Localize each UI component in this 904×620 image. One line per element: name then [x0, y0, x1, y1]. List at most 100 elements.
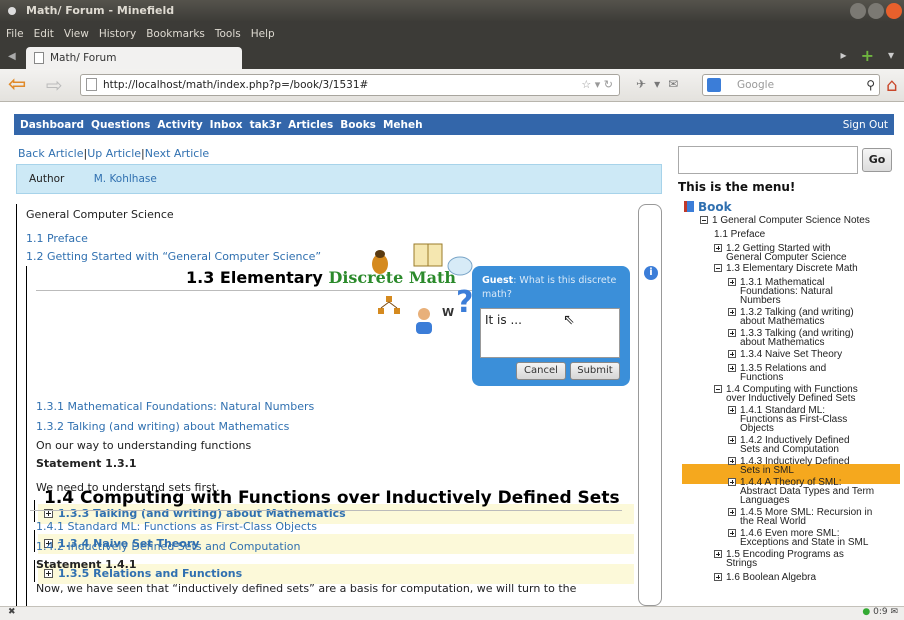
expand-plus-icon[interactable]: [728, 350, 736, 358]
expand-plus-icon[interactable]: [728, 308, 736, 316]
tab-list-chevron-down-icon[interactable]: ▾: [888, 48, 894, 64]
tab-math-forum[interactable]: Math/ Forum: [26, 47, 242, 69]
tree-label: 1 General Computer Science Notes: [712, 215, 870, 226]
tree-item-1-4-6-cont[interactable]: Exceptions and State in SML: [740, 538, 868, 548]
subsection-1-4-1-link[interactable]: 1.4.1 Standard ML: Functions as First-Cl…: [36, 520, 317, 533]
tree-item-1-1[interactable]: 1.1 Preface: [714, 230, 765, 240]
tree-item-1-4-2-cont[interactable]: Sets and Computation: [740, 445, 839, 455]
menu-edit[interactable]: Edit: [34, 28, 54, 40]
menu-file[interactable]: File: [6, 28, 24, 40]
expand-plus-icon[interactable]: [728, 406, 736, 414]
new-tab-plus-icon[interactable]: +: [861, 48, 874, 64]
addon-icon[interactable]: ✈: [636, 77, 646, 91]
search-box[interactable]: Google ⚲: [702, 74, 880, 96]
on-our-way-text: On our way to understanding functions: [36, 439, 252, 452]
nav-dashboard[interactable]: Dashboard: [20, 119, 84, 131]
info-icon[interactable]: i: [644, 266, 658, 280]
getting-started-link[interactable]: 1.2 Getting Started with “General Comput…: [26, 250, 321, 263]
bookmark-star-icon[interactable]: ☆ ▾ ↻: [581, 75, 613, 95]
home-icon[interactable]: ⌂: [886, 75, 897, 96]
subsection-1-3-2-link[interactable]: 1.3.2 Talking (and writing) about Mathem…: [36, 420, 289, 433]
sign-out-link[interactable]: Sign Out: [843, 119, 888, 131]
tree-item-1-2-cont[interactable]: General Computer Science: [726, 253, 847, 263]
page-icon: [34, 52, 44, 64]
tree-item-1-5-cont[interactable]: Strings: [726, 559, 757, 569]
tree-item-1-3-3-cont[interactable]: about Mathematics: [740, 338, 825, 348]
nav-activity[interactable]: Activity: [157, 119, 202, 131]
mail-envelope-icon[interactable]: ✉: [668, 77, 678, 91]
search-icon[interactable]: ⚲: [866, 75, 875, 95]
tree-item-1-3[interactable]: 1.3 Elementary Discrete Math: [714, 264, 858, 274]
site-identity-icon[interactable]: [86, 78, 97, 91]
close-addon-bar-icon[interactable]: ✖: [8, 607, 16, 617]
tree-item-1-4-5-cont[interactable]: the Real World: [740, 517, 806, 527]
maximize-button[interactable]: [868, 3, 884, 19]
close-window-button[interactable]: [886, 3, 902, 19]
expand-plus-icon[interactable]: [714, 550, 722, 558]
nav-inbox[interactable]: Inbox: [210, 119, 243, 131]
tab-scroll-left-icon[interactable]: ◀: [8, 51, 16, 62]
subsection-1-4-2-link[interactable]: 1.4.2 Inductively Defined Sets and Compu…: [36, 540, 300, 553]
menu-help[interactable]: Help: [251, 28, 275, 40]
tree-item-1-3-1-cont2[interactable]: Numbers: [740, 296, 781, 306]
minimize-button[interactable]: [850, 3, 866, 19]
up-article-link[interactable]: Up Article: [87, 147, 141, 160]
expand-plus-icon[interactable]: [728, 436, 736, 444]
tree-item-1-4-cont[interactable]: over Inductively Defined Sets: [726, 394, 856, 404]
menu-history[interactable]: History: [99, 28, 136, 40]
bracket: [34, 500, 35, 522]
expand-plus-icon[interactable]: [728, 529, 736, 537]
collapse-minus-icon[interactable]: [714, 264, 722, 272]
nav-questions[interactable]: Questions: [91, 119, 150, 131]
menu-view[interactable]: View: [64, 28, 89, 40]
author-name-link[interactable]: M. Kohlhase: [94, 173, 157, 185]
nav-meheh[interactable]: Meheh: [383, 119, 423, 131]
expand-plus-icon[interactable]: [728, 329, 736, 337]
url-bar[interactable]: http://localhost/math/index.php?p=/book/…: [80, 74, 620, 96]
go-button[interactable]: Go: [862, 148, 892, 172]
tree-item-1-3-5-cont[interactable]: Functions: [740, 373, 783, 383]
collapse-minus-icon[interactable]: [700, 216, 708, 224]
collapse-minus-icon[interactable]: [714, 385, 722, 393]
google-search-engine-icon[interactable]: [707, 78, 721, 92]
tree-item-1-4-3-cont[interactable]: Sets in SML: [740, 466, 794, 476]
tree-item-1-6[interactable]: 1.6 Boolean Algebra: [714, 573, 816, 583]
tree-item-1-4-1-cont2[interactable]: Objects: [740, 424, 774, 434]
tree-label: 1.6 Boolean Algebra: [726, 572, 817, 583]
tab-scroll-right-icon[interactable]: ▸: [841, 48, 847, 64]
submit-button[interactable]: Submit: [570, 362, 620, 380]
popup-title: Guest: What is this discrete math?: [482, 274, 624, 302]
answer-textarea[interactable]: It is ...: [480, 308, 620, 358]
back-arrow-icon[interactable]: ⇦: [8, 74, 38, 96]
expand-plus-icon[interactable]: [714, 244, 722, 252]
tree-item-1-3-4[interactable]: 1.3.4 Naive Set Theory: [728, 350, 842, 360]
svg-text:W: W: [442, 306, 454, 319]
nav-articles[interactable]: Articles: [288, 119, 333, 131]
forward-arrow-icon[interactable]: ⇨: [46, 75, 72, 95]
document-scrollbar[interactable]: [638, 204, 662, 606]
menu-bookmarks[interactable]: Bookmarks: [146, 28, 205, 40]
preface-link[interactable]: 1.1 Preface: [26, 232, 88, 245]
nav-books[interactable]: Books: [340, 119, 376, 131]
cancel-button[interactable]: Cancel: [516, 362, 566, 380]
expand-plus-icon[interactable]: [728, 508, 736, 516]
expand-plus-icon[interactable]: [728, 364, 736, 372]
tree-label: Objects: [740, 423, 774, 434]
tree-item-1-4-4-cont2[interactable]: Languages: [740, 496, 790, 506]
dropdown-chevron-down-icon[interactable]: ▾: [654, 77, 660, 91]
subsection-1-3-1-link[interactable]: 1.3.1 Mathematical Foundations: Natural …: [36, 400, 314, 413]
status-mail-icon[interactable]: ✉: [890, 607, 898, 617]
tree-item-1-3-2-cont[interactable]: about Mathematics: [740, 317, 825, 327]
expand-plus-icon[interactable]: [714, 573, 722, 581]
back-article-link[interactable]: Back Article: [18, 147, 84, 160]
expand-plus-icon[interactable]: [728, 278, 736, 286]
sidebar-search-input[interactable]: [678, 146, 858, 174]
tab-strip: ◀ Math/ Forum ▸ + ▾: [0, 45, 904, 69]
tree-item-1[interactable]: 1 General Computer Science Notes: [700, 216, 870, 226]
nav-user[interactable]: tak3r: [250, 119, 282, 131]
tree-book-root[interactable]: Book: [684, 200, 732, 214]
expand-plus-icon[interactable]: [728, 457, 736, 465]
next-article-link[interactable]: Next Article: [145, 147, 209, 160]
expand-plus-icon[interactable]: [728, 478, 736, 486]
menu-tools[interactable]: Tools: [215, 28, 241, 40]
